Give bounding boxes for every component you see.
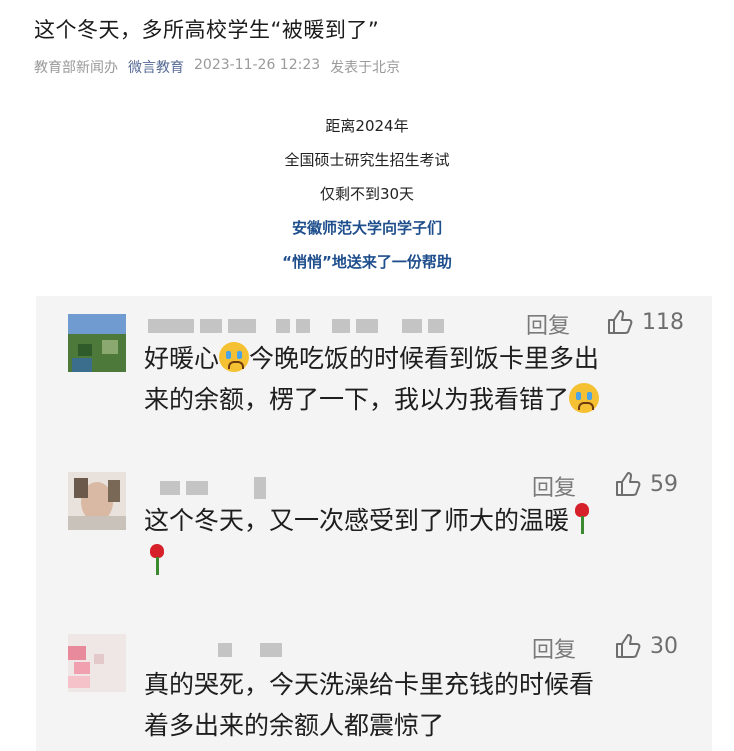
intro-line: 距离2024年 bbox=[325, 117, 409, 135]
thumbs-up-icon bbox=[616, 634, 641, 658]
comment-text: 真的哭死，今天洗澡给卡里充钱的时候看 着多出来的余额人都震惊了 bbox=[144, 664, 704, 746]
intro-line: 仅剩不到30天 bbox=[319, 185, 415, 203]
avatar[interactable] bbox=[68, 634, 126, 692]
avatar[interactable] bbox=[68, 472, 126, 530]
source-label: 教育部新闻办 bbox=[34, 60, 118, 76]
intro-line-highlight: “悄悄”地送来了一份帮助 bbox=[282, 253, 452, 271]
avatar[interactable] bbox=[68, 314, 126, 372]
comment-text-part: 今晚吃饭的时候看到饭卡里多出 bbox=[249, 344, 600, 373]
reply-button[interactable]: 回复 bbox=[532, 632, 576, 664]
like-count: 118 bbox=[642, 309, 684, 335]
thumbs-up-icon bbox=[616, 472, 641, 496]
crying-face-emoji bbox=[219, 342, 250, 372]
username-blurred bbox=[218, 642, 282, 658]
comment-text-part: 真的哭死，今天洗澡给卡里充钱的时候看 bbox=[144, 670, 595, 699]
intro-line-highlight: 安徽师范大学向学子们 bbox=[291, 219, 442, 237]
like-button[interactable]: 118 bbox=[606, 308, 684, 336]
article-title: 这个冬天，多所高校学生“被暖到了” bbox=[34, 18, 380, 42]
comment-text-part: 这个冬天，又一次感受到了师大的温暖 bbox=[144, 506, 570, 535]
publish-location: 发表于北京 bbox=[330, 60, 401, 76]
like-count: 30 bbox=[650, 633, 678, 659]
comment-screenshot-card: 回复 118 好暖心 今晚吃饭的时候看到饭卡里多出 来的余额，楞了一下，我以为我看… bbox=[36, 296, 712, 751]
rose-emoji bbox=[144, 542, 170, 576]
comment-text: 好暖心 今晚吃饭的时候看到饭卡里多出 来的余额，楞了一下，我以为我看错了 bbox=[144, 338, 704, 420]
username-blurred bbox=[148, 318, 444, 334]
comment-text: 这个冬天，又一次感受到了师大的温暖 bbox=[144, 500, 704, 582]
thumbs-up-icon bbox=[608, 310, 633, 334]
account-link[interactable]: 微言教育 bbox=[128, 57, 184, 77]
comment-text-part: 来的余额，楞了一下，我以为我看错了 bbox=[144, 385, 570, 414]
like-count: 59 bbox=[650, 471, 678, 497]
like-button[interactable]: 59 bbox=[614, 470, 678, 498]
rose-emoji bbox=[569, 501, 595, 535]
crying-face-emoji bbox=[569, 383, 600, 413]
reply-button[interactable]: 回复 bbox=[526, 308, 570, 340]
comment-text-part: 着多出来的余额人都震惊了 bbox=[144, 711, 445, 740]
article-meta: 教育部新闻办 微言教育 2023-11-26 12:23 发表于北京 bbox=[34, 57, 400, 77]
username-blurred bbox=[160, 477, 266, 499]
like-button[interactable]: 30 bbox=[614, 632, 678, 660]
comment-text-part: 好暖心 bbox=[144, 344, 220, 373]
publish-time: 2023-11-26 12:23 bbox=[194, 57, 321, 73]
reply-button[interactable]: 回复 bbox=[532, 470, 576, 502]
intro-line: 全国硕士研究生招生考试 bbox=[284, 151, 450, 169]
